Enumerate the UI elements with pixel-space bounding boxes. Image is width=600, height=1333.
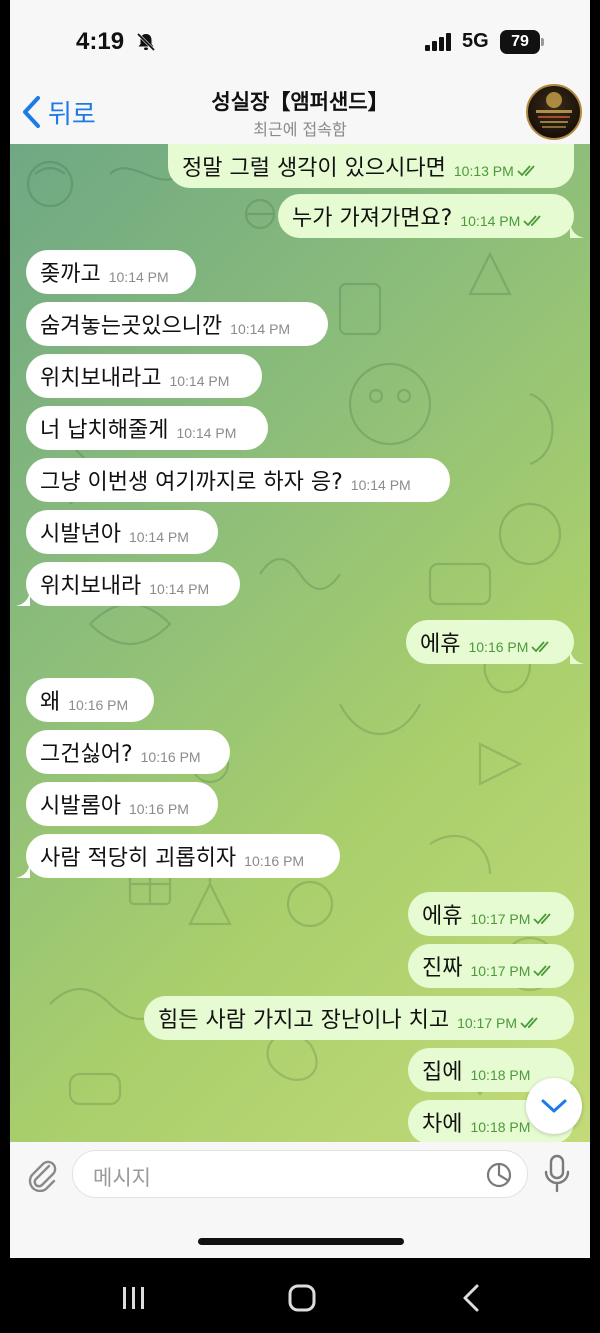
read-receipt-icon — [517, 165, 535, 177]
message-time: 10:13 PM — [453, 163, 514, 179]
message-text: 에휴 — [422, 904, 463, 929]
message-time: 10:16 PM — [244, 853, 305, 869]
message-bubble-incoming[interactable]: 그냥 이번생 여기까지로 하자 응? 10:14 PM — [26, 458, 450, 502]
message-bubble-outgoing[interactable]: 누가 가져가면요? 10:14 PM — [278, 194, 574, 238]
back-button[interactable]: 뒤로 — [20, 92, 96, 132]
back-label: 뒤로 — [48, 99, 96, 130]
read-receipt-icon — [531, 641, 550, 653]
message-text: 위치보내라 — [40, 574, 142, 599]
read-receipt-icon — [520, 1017, 538, 1029]
message-time: 10:17 PM — [457, 1015, 518, 1031]
message-text: 좆까고 — [40, 262, 101, 287]
message-bubble-outgoing[interactable]: 힘든 사람 가지고 장난이나 치고 10:17 PM — [144, 996, 574, 1040]
message-bubble-outgoing[interactable]: 정말 그럴 생각이 있으시다면 10:13 PM — [168, 144, 574, 188]
message-bubble-outgoing[interactable]: 에휴 10:17 PM — [408, 892, 574, 936]
message-time: 10:14 PM — [176, 425, 237, 441]
message-text: 집에 — [422, 1060, 463, 1085]
message-text: 정말 그럴 생각이 있으시다면 — [182, 156, 446, 181]
message-text: 그냥 이번생 여기까지로 하자 응? — [40, 470, 343, 495]
message-bubble-incoming[interactable]: 위치보내라 10:14 PM — [26, 562, 240, 606]
message-list[interactable]: 정말 그럴 생각이 있으시다면 10:13 PM 누가 가져가면요? 10:14… — [10, 144, 590, 1142]
back-icon[interactable] — [452, 1278, 492, 1318]
read-receipt-icon — [533, 965, 552, 977]
chevron-down-icon — [541, 1099, 567, 1113]
message-time: 10:18 PM — [470, 1119, 531, 1135]
chevron-left-icon — [23, 96, 40, 128]
message-text: 시발롬아 — [40, 794, 121, 819]
message-time: 10:14 PM — [460, 213, 521, 229]
message-text: 힘든 사람 가지고 장난이나 치고 — [158, 1008, 450, 1033]
android-navigation-bar — [0, 1258, 600, 1333]
sticker-icon[interactable] — [485, 1161, 513, 1189]
home-icon[interactable] — [282, 1278, 322, 1318]
message-text: 너 납치해줄게 — [40, 418, 169, 443]
read-receipt-icon — [533, 913, 552, 925]
message-bubble-incoming[interactable]: 너 납치해줄게 10:14 PM — [26, 406, 268, 450]
message-time: 10:17 PM — [470, 963, 531, 979]
message-time: 10:16 PM — [128, 801, 189, 817]
scroll-to-bottom-button[interactable] — [526, 1078, 582, 1134]
message-bubble-incoming[interactable]: 시발롬아 10:16 PM — [26, 782, 218, 826]
message-time: 10:16 PM — [68, 697, 129, 713]
message-bubble-incoming[interactable]: 좆까고 10:14 PM — [26, 250, 196, 294]
read-receipt-icon — [523, 215, 541, 227]
battery-level: 79 — [500, 30, 540, 54]
recent-apps-icon[interactable] — [114, 1278, 154, 1318]
message-text: 누가 가져가면요? — [292, 206, 453, 231]
message-time: 10:16 PM — [140, 749, 201, 765]
message-text: 왜 — [40, 690, 61, 715]
message-bubble-outgoing[interactable]: 진짜 10:17 PM — [408, 944, 574, 988]
message-time: 10:14 PM — [350, 477, 411, 493]
phone-screen: 4:19 5G 79 뒤로 성실장【앰퍼샌드】 최근에 접속함 정말 그럴 생각… — [10, 0, 590, 1258]
message-text: 시발년아 — [40, 522, 121, 547]
bell-muted-icon — [136, 32, 156, 52]
message-bubble-incoming[interactable]: 사람 적당히 괴롭히자 10:16 PM — [26, 834, 340, 878]
chat-title[interactable]: 성실장【앰퍼샌드】 — [130, 86, 470, 116]
status-bar: 4:19 5G 79 — [10, 0, 590, 80]
microphone-icon[interactable] — [542, 1154, 572, 1194]
message-bubble-incoming[interactable]: 그건싫어? 10:16 PM — [26, 730, 230, 774]
paperclip-icon[interactable] — [24, 1156, 60, 1192]
bubble-tail — [16, 592, 30, 606]
message-time: 10:16 PM — [468, 639, 529, 655]
message-bubble-outgoing[interactable]: 에휴 10:16 PM — [406, 620, 574, 664]
message-time: 10:18 PM — [470, 1067, 531, 1083]
bubble-tail — [570, 224, 584, 238]
last-seen-status: 최근에 접속함 — [253, 120, 347, 139]
bubble-tail — [570, 650, 584, 664]
network-type: 5G — [462, 30, 489, 52]
message-text: 숨겨놓는곳있으니깐 — [40, 314, 223, 339]
home-indicator[interactable] — [198, 1238, 404, 1245]
message-time: 10:14 PM — [128, 529, 189, 545]
bubble-tail — [16, 864, 30, 878]
signal-icon — [425, 33, 451, 51]
message-input[interactable]: 메시지 — [72, 1150, 528, 1198]
battery-icon: 79 — [500, 30, 544, 54]
avatar[interactable] — [526, 84, 582, 140]
message-composer: 메시지 — [10, 1142, 590, 1258]
chat-header: 뒤로 성실장【앰퍼샌드】 최근에 접속함 — [10, 80, 590, 144]
message-text: 사람 적당히 괴롭히자 — [40, 846, 237, 871]
message-bubble-incoming[interactable]: 왜 10:16 PM — [26, 678, 154, 722]
message-time: 10:14 PM — [169, 373, 230, 389]
message-input-placeholder: 메시지 — [93, 1166, 151, 1190]
message-text: 에휴 — [420, 632, 461, 657]
message-time: 10:14 PM — [149, 581, 210, 597]
message-time: 10:14 PM — [108, 269, 169, 285]
message-text: 차에 — [422, 1112, 463, 1137]
message-time: 10:14 PM — [230, 321, 291, 337]
status-time: 4:19 — [76, 28, 125, 55]
message-text: 그건싫어? — [40, 742, 133, 767]
message-bubble-incoming[interactable]: 숨겨놓는곳있으니깐 10:14 PM — [26, 302, 328, 346]
message-time: 10:17 PM — [470, 911, 531, 927]
message-text: 위치보내라고 — [40, 366, 162, 391]
message-bubble-incoming[interactable]: 위치보내라고 10:14 PM — [26, 354, 262, 398]
message-text: 진짜 — [422, 956, 463, 981]
message-bubble-incoming[interactable]: 시발년아 10:14 PM — [26, 510, 218, 554]
